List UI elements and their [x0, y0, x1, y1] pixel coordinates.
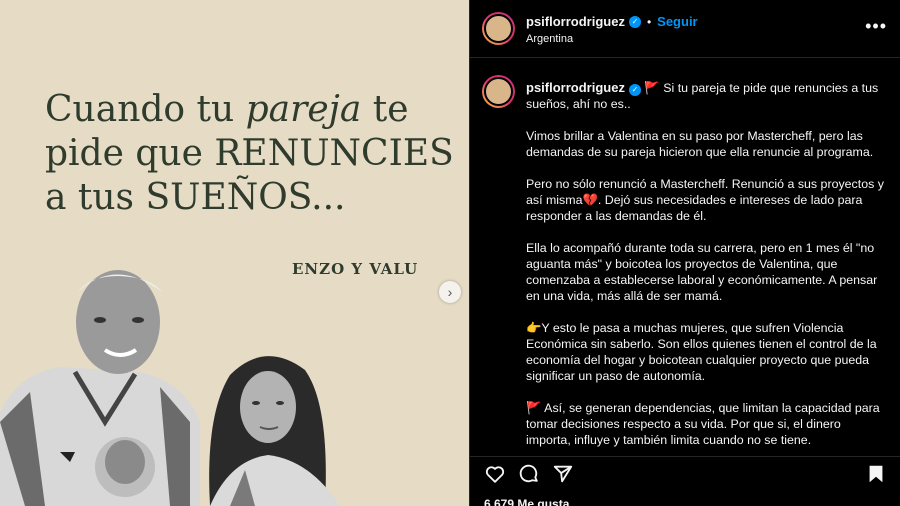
- post-image[interactable]: Cuando tu pareja te pide que RENUNCIES a…: [0, 0, 469, 506]
- woman-photo: [209, 356, 340, 506]
- follow-button[interactable]: Seguir: [657, 14, 697, 29]
- likes-count[interactable]: 6.679 Me gusta: [484, 497, 569, 506]
- action-bar: [470, 456, 900, 490]
- heart-icon[interactable]: [484, 463, 506, 485]
- bookmark-icon[interactable]: [865, 463, 887, 485]
- man-photo: [0, 270, 200, 506]
- share-icon[interactable]: [552, 463, 574, 485]
- carousel-next-button[interactable]: ›: [439, 281, 461, 303]
- more-options-button[interactable]: •••: [865, 16, 887, 37]
- chevron-right-icon: ›: [447, 284, 453, 300]
- caption-paragraph: psiflorrodriguez ✓ 🚩 Si tu pareja te pide…: [526, 80, 879, 111]
- caption-avatar[interactable]: [482, 75, 515, 108]
- comment-icon[interactable]: [518, 463, 540, 485]
- avatar[interactable]: [482, 12, 515, 45]
- more-horizontal-icon: •••: [865, 16, 887, 36]
- caption-paragraph: 🚩 Así, se generan dependencias, que limi…: [526, 401, 880, 447]
- verified-badge-icon: ✓: [628, 15, 641, 28]
- post-sidebar: psiflorrodriguez ✓ • Seguir Argentina ••…: [469, 0, 900, 506]
- caption-paragraph: Ella lo acompañó durante toda su carrera…: [526, 241, 878, 303]
- verified-badge-icon: ✓: [628, 84, 641, 96]
- caption-paragraph: 👉Y esto le pasa a muchas mujeres, que su…: [526, 321, 877, 383]
- post-caption: psiflorrodriguez ✓ 🚩 Si tu pareja te pide…: [526, 80, 886, 464]
- image-headline: Cuando tu pareja te pide que RENUNCIES a…: [45, 89, 454, 218]
- caption-username[interactable]: psiflorrodriguez: [526, 80, 625, 95]
- post-header: psiflorrodriguez ✓ • Seguir Argentina ••…: [470, 0, 900, 58]
- caption-paragraph: Vimos brillar a Valentina en su paso por…: [526, 129, 874, 159]
- separator-dot: •: [646, 14, 652, 29]
- image-byline: ENZO Y VALU: [292, 260, 419, 278]
- header-username[interactable]: psiflorrodriguez: [526, 14, 625, 29]
- caption-paragraph: Pero no sólo renunció a Mastercheff. Ren…: [526, 177, 884, 223]
- location-label[interactable]: Argentina: [526, 33, 573, 45]
